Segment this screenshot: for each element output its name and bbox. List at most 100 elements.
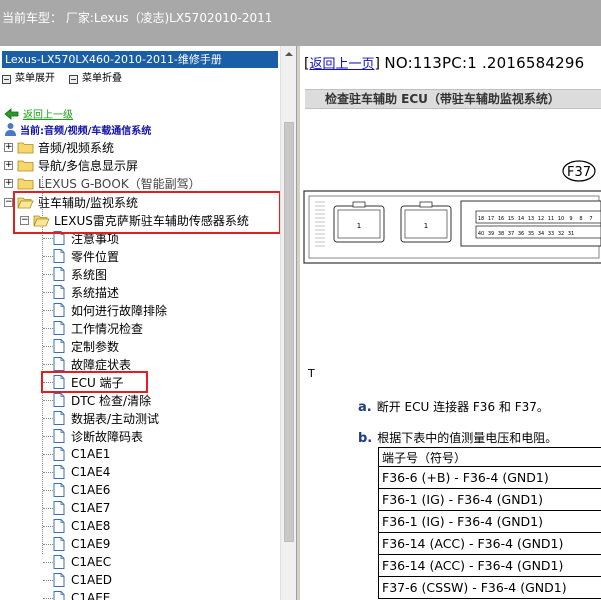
table-row: F36-6 (+B) - F36-4 (GND1) xyxy=(378,466,601,489)
expand-toggle[interactable]: + xyxy=(4,142,13,152)
tree-connector xyxy=(43,490,53,491)
tree-page-label: 工作情况检查 xyxy=(71,321,144,336)
step-b-text: 根据下表中的值测量电压和电阻。 xyxy=(377,431,558,445)
tree-page-label: C1AE6 xyxy=(71,483,111,497)
table-row: F36-1 (IG) - F36-4 (GND1) xyxy=(378,488,601,511)
scroll-thumb[interactable] xyxy=(284,122,294,542)
tree-page-label: C1AEC xyxy=(71,555,112,569)
folder-icon xyxy=(17,142,34,153)
table-row: F36-14 (ACC) - F36-4 (GND1) xyxy=(378,532,601,555)
tree-page-item[interactable]: C1AED xyxy=(53,571,112,589)
manual-title: Lexus-LX570LX460-2010-2011-维修手册 xyxy=(2,51,278,68)
expand-icon xyxy=(2,74,11,84)
expand-toggle[interactable]: + xyxy=(4,160,13,170)
expand-toggle[interactable]: + xyxy=(4,178,13,188)
tree-page-label: 数据表/主动测试 xyxy=(71,411,160,426)
table-row: F36-1 (IG) - F36-4 (GND1) xyxy=(378,510,601,533)
tree-connector xyxy=(43,436,53,437)
svg-text:1: 1 xyxy=(424,222,428,230)
document-icon xyxy=(53,339,65,353)
tree-page-item[interactable]: C1AE8 xyxy=(53,517,110,535)
table-cell: F36-14 (ACC) - F36-4 (GND1) xyxy=(378,554,601,577)
tree-page-item[interactable]: 系统描述 xyxy=(53,283,119,301)
document-icon xyxy=(53,321,65,335)
connector-diagram: F37 1 1 18 17 16 15 14 13 12 11 10 9 8 7 40 39 38 37 36… xyxy=(303,160,601,264)
highlight-box-ecu-terminal xyxy=(41,371,148,393)
tree-page-item[interactable]: C1AE9 xyxy=(53,535,110,553)
tree-folder-gbook[interactable]: + LEXUS G-BOOK（智能副驾） xyxy=(4,174,201,192)
scroll-up-button[interactable] xyxy=(281,46,297,63)
tree-page-item[interactable]: 诊断故障码表 xyxy=(53,427,143,445)
document-icon xyxy=(53,285,65,299)
document-icon xyxy=(53,429,65,443)
tree-connector xyxy=(43,238,53,239)
left-scrollbar[interactable] xyxy=(280,46,297,600)
tree-connector xyxy=(43,256,53,257)
tree-connector xyxy=(43,598,53,599)
right-panel: [返回上一页] NO:113PC:1 .2016584296 检查驻车辅助 EC… xyxy=(301,46,601,600)
document-icon xyxy=(53,411,65,425)
tree-page-item[interactable]: C1AEC xyxy=(53,553,111,571)
tree-page-item[interactable]: C1AE4 xyxy=(53,463,110,481)
current-path: 当前:音频/视频/车载通信系统 xyxy=(4,121,151,137)
tree-page-item[interactable]: 工作情况检查 xyxy=(53,319,143,337)
title-bar: 当前车型： 厂家:Lexus（凌志)LX5702010-2011 xyxy=(0,0,601,46)
window-title: 当前车型： 厂家:Lexus（凌志)LX5702010-2011 xyxy=(2,11,273,25)
user-icon xyxy=(5,122,16,136)
collapse-toggle[interactable]: − xyxy=(4,197,13,207)
document-icon xyxy=(53,303,65,317)
current-path-label: 当前:音频/视频/车载通信系统 xyxy=(20,125,152,137)
tree-page-item[interactable]: 如何进行故障排除 xyxy=(53,301,167,319)
tree-folder-audio-video[interactable]: + 音频/视频系统 xyxy=(4,138,114,156)
table-row: F37-6 (CSSW) - F36-4 (GND1) xyxy=(378,576,601,599)
measurement-table: 端子号（符号） F36-6 (+B) - F36-4 (GND1) F36-1 (… xyxy=(378,447,601,599)
step-a: a. 断开 ECU 连接器 F36 和 F37。 xyxy=(358,398,549,415)
tree-page-item[interactable]: 数据表/主动测试 xyxy=(53,409,159,427)
tree-page-label: C1AED xyxy=(71,573,113,587)
back-link[interactable]: 返回上一级 xyxy=(23,106,73,121)
document-icon xyxy=(53,483,65,497)
tree-connector xyxy=(43,472,53,473)
back-page-link[interactable]: 返回上一页 xyxy=(309,57,374,72)
menu-row: 菜单展开 菜单折叠 xyxy=(2,71,122,87)
tree-connector xyxy=(43,454,53,455)
table-row: F36-14 (ACC) - F36-4 (GND1) xyxy=(378,554,601,577)
tree-folder-label: 导航/多信息显示屏 xyxy=(38,158,139,173)
doc-id: NO:113PC:1 .2016584296 xyxy=(384,54,585,72)
tree-page-item[interactable]: 系统图 xyxy=(53,265,107,283)
table-cell: F37-6 (CSSW) - F36-4 (GND1) xyxy=(378,576,601,599)
tree-page-item[interactable]: C1AE1 xyxy=(53,445,110,463)
tree-page-item[interactable]: DTC 检查/清除 xyxy=(53,391,151,409)
tree-page-label: C1AE7 xyxy=(71,501,111,515)
document-icon xyxy=(53,573,65,587)
connector-label: F37 xyxy=(567,165,591,180)
tree-folder-navigation[interactable]: + 导航/多信息显示屏 xyxy=(4,156,138,174)
tree-page-item[interactable]: 定制参数 xyxy=(53,337,119,355)
collapse-menu-button[interactable]: 菜单折叠 xyxy=(69,71,122,87)
tree-page-label: 定制参数 xyxy=(71,339,120,354)
tree-connector xyxy=(43,346,53,347)
document-icon xyxy=(53,519,65,533)
step-a-text: 断开 ECU 连接器 F36 和 F37。 xyxy=(376,400,549,414)
tree-folder-label: LEXUS G-BOOK（智能副驾） xyxy=(38,176,201,191)
folder-icon xyxy=(17,160,34,171)
document-icon xyxy=(53,555,65,569)
tree-page-item[interactable]: C1AEE xyxy=(53,589,110,600)
tree-page-item[interactable]: C1AE6 xyxy=(53,481,110,499)
tree-page-label: C1AE1 xyxy=(71,447,111,461)
pin-number: 13 xyxy=(528,216,534,222)
pin-number: 34 xyxy=(538,231,544,237)
tree-page-label: C1AE8 xyxy=(71,519,111,533)
expand-menu-button[interactable]: 菜单展开 xyxy=(2,71,55,87)
pin-number: 16 xyxy=(498,216,504,222)
table-cell: F36-1 (IG) - F36-4 (GND1) xyxy=(378,488,601,511)
back-arrow-icon xyxy=(4,107,19,120)
document-icon xyxy=(53,591,65,600)
back-row[interactable]: 返回上一级 xyxy=(4,106,73,121)
left-panel: Lexus-LX570LX460-2010-2011-维修手册 菜单展开 菜单折… xyxy=(0,46,296,600)
tree-page-item[interactable]: 零件位置 xyxy=(53,247,119,265)
tree-page-item[interactable]: C1AE7 xyxy=(53,499,110,517)
document-icon xyxy=(53,357,65,371)
tree-page-label: 系统图 xyxy=(71,267,108,282)
tree-page-label: DTC 检查/清除 xyxy=(71,393,152,408)
